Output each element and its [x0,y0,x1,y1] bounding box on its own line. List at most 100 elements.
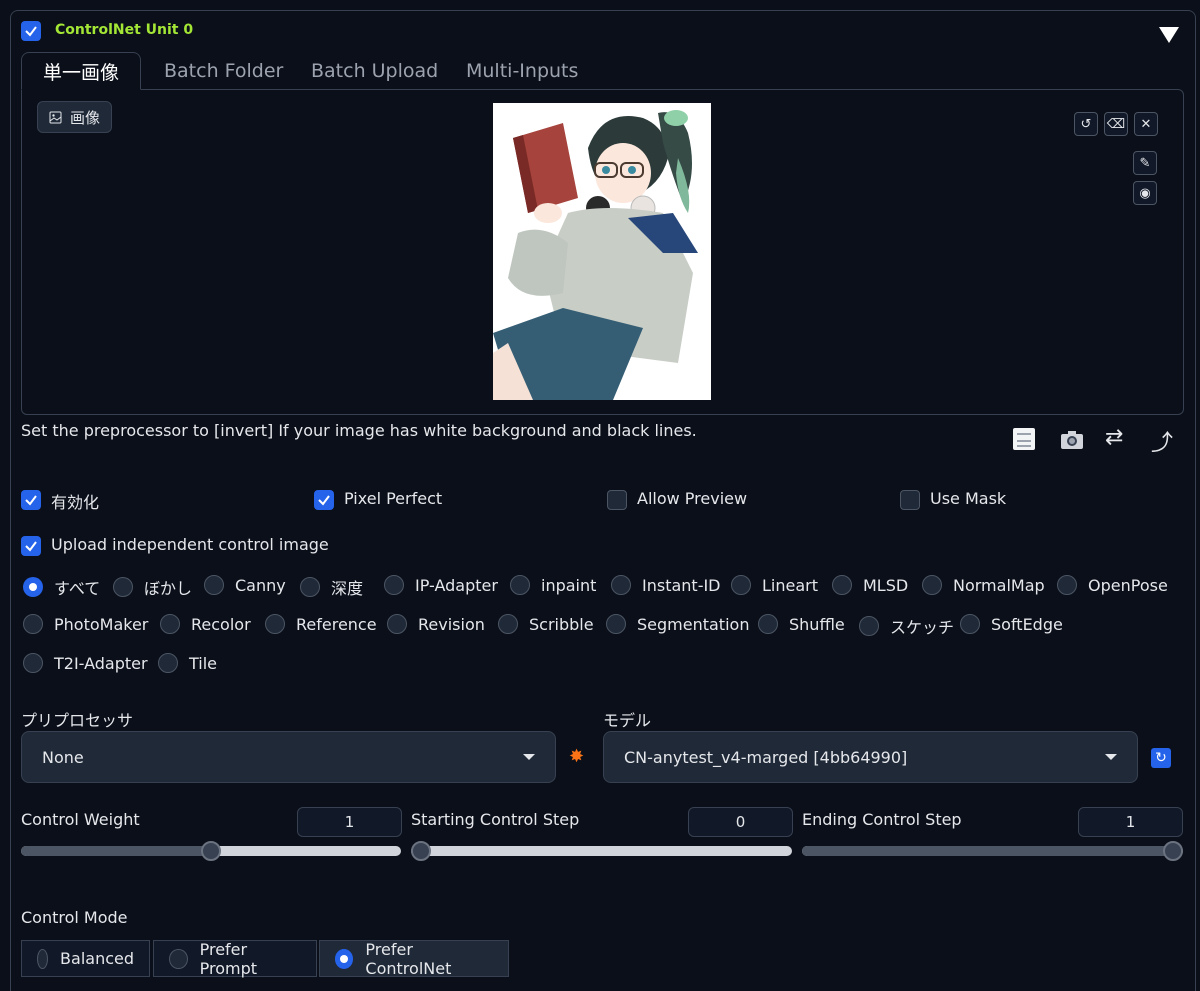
control-type-blur[interactable]: ぼかし [113,575,192,599]
control-type-openpose[interactable]: OpenPose [1057,575,1168,595]
explosion-icon[interactable]: ✸ [569,746,584,767]
control-type-instant-id[interactable]: Instant-ID [611,575,721,595]
pixel-perfect-label: Pixel Perfect [344,489,443,508]
slider-fill [802,846,1173,856]
radio[interactable] [384,575,404,595]
model-dropdown[interactable]: CN-anytest_v4-marged [4bb64990] [603,731,1138,783]
check-icon [25,495,37,506]
preprocessor-value: None [42,747,84,767]
slider-thumb[interactable] [411,841,431,861]
unit-title: ControlNet Unit 0 [55,22,194,38]
ending-step-slider[interactable] [802,841,1183,861]
radio[interactable] [158,653,178,673]
slider-fill [21,846,211,856]
tab-batch-folder[interactable]: Batch Folder [143,52,304,90]
control-weight-input[interactable]: 1 [297,807,402,837]
use-mask-checkbox[interactable] [900,490,920,510]
mode-prefer-prompt[interactable]: Prefer Prompt [153,940,317,978]
camera-icon[interactable] [1060,430,1084,450]
radio[interactable] [832,575,852,595]
radio[interactable] [387,614,407,634]
control-type-lineart[interactable]: Lineart [731,575,818,595]
control-type-shuffle[interactable]: Shuffle [758,614,845,634]
use-mask-label: Use Mask [930,489,1007,508]
uploaded-image [493,103,711,400]
image-badge-label: 画像 [70,108,101,127]
radio[interactable] [23,653,43,673]
radio[interactable] [169,948,188,969]
radio[interactable] [922,575,942,595]
radio[interactable] [204,575,224,595]
control-type-segmentation[interactable]: Segmentation [606,614,749,634]
control-type-reference[interactable]: Reference [265,614,377,634]
ending-step-input[interactable]: 1 [1078,807,1183,837]
slider-thumb[interactable] [201,841,221,861]
control-type-canny[interactable]: Canny [204,575,286,595]
preprocessor-dropdown[interactable]: None [21,731,556,783]
radio[interactable] [510,575,530,595]
radio[interactable] [758,614,778,634]
control-type-tile[interactable]: Tile [158,653,217,673]
control-type-inpaint[interactable]: inpaint [510,575,596,595]
undo-icon[interactable]: ↺ [1074,112,1098,136]
control-type-softedge[interactable]: SoftEdge [960,614,1063,634]
radio[interactable] [23,577,43,597]
radio[interactable] [606,614,626,634]
brush-icon[interactable]: ✎ [1133,151,1157,175]
mode-balanced[interactable]: Balanced [21,940,150,977]
tab-batch-upload[interactable]: Batch Upload [290,52,459,90]
allow-preview-checkbox[interactable] [607,490,627,510]
radio[interactable] [960,614,980,634]
radio[interactable] [611,575,631,595]
control-type-t2i-adapter[interactable]: T2I-Adapter [23,653,148,673]
swap-icon[interactable]: ⇄ [1105,425,1123,450]
close-icon[interactable]: ✕ [1134,112,1158,136]
check-icon [25,541,37,552]
palette-icon[interactable]: ◉ [1133,181,1157,205]
control-type-depth[interactable]: 深度 [300,575,363,599]
radio[interactable] [731,575,751,595]
radio[interactable] [859,616,879,636]
control-type-photomaker[interactable]: PhotoMaker [23,614,148,634]
control-weight-slider[interactable] [21,841,401,861]
radio[interactable] [335,948,354,969]
radio[interactable] [23,614,43,634]
radio[interactable] [1057,575,1077,595]
memo-icon[interactable] [1013,428,1035,450]
radio[interactable] [160,614,180,634]
control-mode-label: Control Mode [21,908,128,927]
mode-prefer-controlnet[interactable]: Prefer ControlNet [319,940,509,978]
radio[interactable] [300,577,320,597]
starting-step-input[interactable]: 0 [688,807,793,837]
check-icon [318,495,330,506]
slider-thumb[interactable] [1163,841,1183,861]
enable-label: 有効化 [51,493,100,512]
control-type-recolor[interactable]: Recolor [160,614,251,634]
starting-step-label: Starting Control Step [411,810,580,829]
upload-independent-label: Upload independent control image [51,535,329,554]
eraser-icon[interactable]: ⌫ [1104,112,1128,136]
radio[interactable] [37,948,49,969]
enable-checkbox[interactable] [21,490,41,510]
allow-preview-label: Allow Preview [637,489,748,508]
refresh-icon[interactable]: ↻ [1151,748,1171,768]
control-type-revision[interactable]: Revision [387,614,485,634]
control-type-scribble[interactable]: Scribble [498,614,594,634]
control-type-mlsd[interactable]: MLSD [832,575,908,595]
radio[interactable] [265,614,285,634]
collapse-triangle-icon[interactable] [1159,27,1179,43]
send-icon[interactable]: ⤴ [1151,425,1173,457]
tab-multi-inputs[interactable]: Multi-Inputs [445,52,599,90]
pixel-perfect-checkbox[interactable] [314,490,334,510]
control-type-all[interactable]: すべて [23,575,100,599]
upload-independent-checkbox[interactable] [21,536,41,556]
radio[interactable] [498,614,518,634]
control-type-ip-adapter[interactable]: IP-Adapter [384,575,498,595]
preprocessor-label: プリプロセッサ [21,711,134,730]
control-type-sketch[interactable]: スケッチ [859,614,954,638]
control-type-normalmap[interactable]: NormalMap [922,575,1045,595]
radio[interactable] [113,577,133,597]
starting-step-slider[interactable] [411,841,792,861]
unit-enable-checkbox[interactable] [21,21,41,41]
tab-single-image[interactable]: 単一画像 [21,52,142,90]
